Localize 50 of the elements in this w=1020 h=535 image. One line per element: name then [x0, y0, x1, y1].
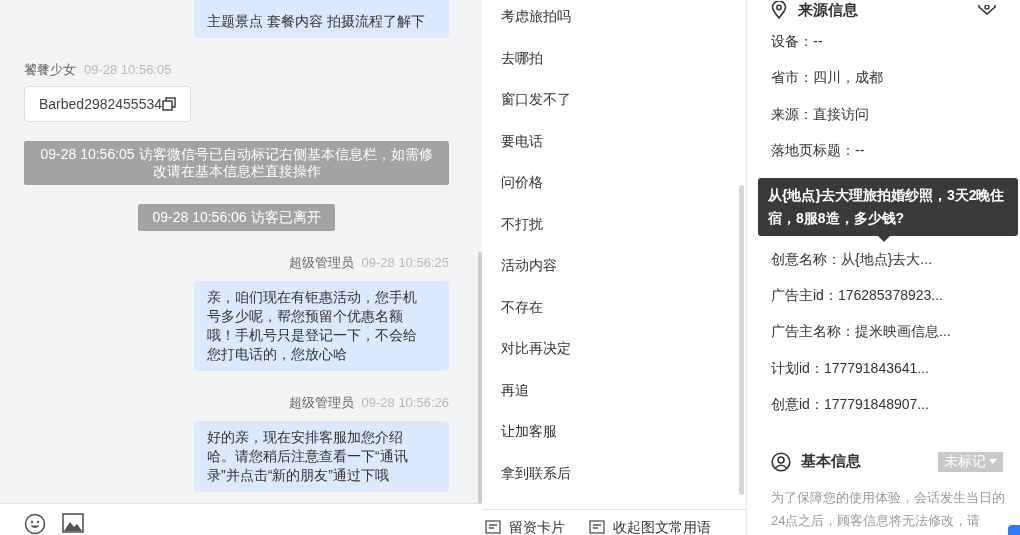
- document-icon: [485, 520, 501, 534]
- message-bubble: 好的亲，现在安排客服加您介绍哈。请您稍后注意查看一下“通讯录”并点击“新的朋友”通过下哦: [194, 421, 449, 492]
- info-row-text: 创意id：177791848907...: [771, 394, 930, 414]
- footer-link[interactable]: 留资卡片: [509, 519, 565, 535]
- section-title: 基本信息: [801, 452, 862, 472]
- message-bubble: 主题景点 套餐内容 拍摄流程了解下: [194, 0, 449, 38]
- info-row-text: 来源：直接访问: [771, 104, 870, 124]
- system-notice: 09-28 10:56:06 访客已离开: [138, 204, 335, 231]
- location-icon: [771, 1, 787, 19]
- caret-icon: [989, 459, 997, 465]
- copy-icon[interactable]: [162, 97, 176, 111]
- quick-reply-item[interactable]: 拿到联系后: [482, 462, 746, 483]
- tooltip-arrow: [878, 236, 890, 242]
- info-row-text: 创意名称：从{地点}去大...: [771, 249, 934, 269]
- quick-reply-item[interactable]: 活动内容: [482, 255, 746, 275]
- info-row-text: 广告主id：176285378923...: [771, 286, 944, 306]
- quick-reply-item[interactable]: 不存在: [482, 296, 746, 317]
- tooltip: 从{地点}去大理旅拍婚纱照，3天2晚住宿，8服8造，多少钱?: [758, 178, 1018, 236]
- user-icon: [771, 451, 791, 472]
- quick-reply-item[interactable]: 不打扰: [482, 213, 746, 234]
- quick-reply-item[interactable]: 去哪拍: [482, 47, 746, 68]
- quick-reply-item[interactable]: 让加客服: [482, 421, 746, 441]
- message-time: 09-28 10:56:25: [361, 255, 449, 270]
- info-row-text: 省市：四川，成都: [771, 68, 884, 88]
- wechat-id: Barbed2982455534: [39, 96, 162, 112]
- quick-reply-item[interactable]: 窗口发不了: [482, 89, 746, 109]
- info-row-text: 广告主名称：提米映画信息...: [771, 322, 952, 342]
- quick-reply-item[interactable]: 再追: [482, 379, 746, 400]
- quick-reply-item[interactable]: 考虑旅拍吗: [482, 6, 746, 26]
- sender-name: 超级管理员: [288, 395, 354, 410]
- footer-link[interactable]: 收起图文常用语: [613, 519, 711, 535]
- scrollbar[interactable]: [478, 252, 482, 503]
- quick-reply-item[interactable]: 对比再决定: [482, 338, 746, 358]
- emoji-icon[interactable]: [24, 513, 46, 535]
- sender-name: 超级管理员: [288, 255, 354, 270]
- message-time: 09-28 10:56:26: [361, 395, 449, 410]
- section-title: 来源信息: [798, 0, 859, 20]
- message-bubble: 亲，咱们现在有钜惠活动，您手机号多少呢，帮您预留个优惠名额哦！手机号只是登记一下，不会给您打电话的，您放心哈: [194, 281, 449, 371]
- sender-name: 饕餮少女: [24, 62, 76, 77]
- system-notice: 09-28 10:56:05 访客微信号已自动标记右侧基本信息栏，如需修改请在基本信息栏直接操作: [24, 141, 449, 185]
- scrollbar[interactable]: [739, 185, 744, 495]
- quick-reply-item[interactable]: 要电话: [482, 130, 746, 151]
- info-row-text: 设备：--: [771, 32, 824, 51]
- quick-reply-item[interactable]: 问价格: [482, 172, 746, 192]
- document-icon: [589, 520, 605, 534]
- notice-text: 为了保障您的使用体验，会话发生当日的24点之后，顾客信息将无法修改，请: [771, 488, 1006, 530]
- info-row-text: 计划id：177791843641...: [771, 358, 930, 378]
- message-time: 09-28 10:56:05: [84, 62, 172, 77]
- image-icon[interactable]: [62, 513, 84, 533]
- info-row-text: 落地页标题：--: [771, 140, 866, 160]
